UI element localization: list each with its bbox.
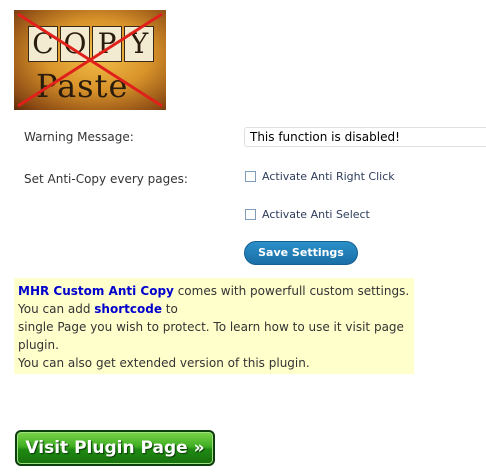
anti-select-label: Activate Anti Select [262, 208, 370, 221]
info-box: MHR Custom Anti Copy comes with powerful… [14, 278, 414, 374]
visit-plugin-page-button[interactable]: Visit Plugin Page » [15, 430, 215, 466]
anti-right-click-checkbox[interactable] [245, 171, 256, 182]
anti-right-click-label: Activate Anti Right Click [262, 170, 395, 183]
anti-copy-label: Set Anti-Copy every pages: [24, 172, 188, 186]
copy-paste-logo: C O P Y Paste [14, 10, 166, 110]
shortcode-link[interactable]: shortcode [94, 302, 162, 316]
anti-select-option[interactable]: Activate Anti Select [245, 208, 370, 221]
info-text-4: You can also get extended version of thi… [18, 356, 310, 370]
save-settings-button[interactable]: Save Settings [244, 241, 358, 265]
info-text-2: to [161, 302, 178, 316]
plugin-name-link[interactable]: MHR Custom Anti Copy [18, 284, 174, 298]
info-text-3: single Page you wish to protect. To lear… [18, 320, 404, 352]
red-cross-icon [17, 12, 163, 108]
anti-right-click-option[interactable]: Activate Anti Right Click [245, 170, 395, 183]
warning-message-input[interactable]: This function is disabled! [244, 127, 486, 147]
anti-select-checkbox[interactable] [245, 209, 256, 220]
warning-message-label: Warning Message: [24, 130, 134, 144]
